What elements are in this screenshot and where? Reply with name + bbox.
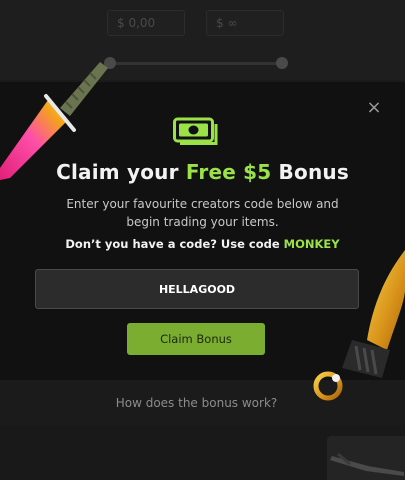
title-suffix: Bonus — [271, 160, 349, 184]
modal-title: Claim your Free $5 Bonus — [0, 160, 405, 184]
price-max-field[interactable]: $ ∞ — [206, 10, 284, 36]
price-min-field[interactable]: $ 0,00 — [107, 10, 185, 36]
modal-description: Enter your favourite creators code below… — [66, 197, 339, 229]
creator-code-input[interactable] — [35, 269, 359, 309]
item-knife-image — [330, 452, 404, 476]
price-range-max-handle[interactable] — [276, 57, 288, 69]
hint-code: MONKEY — [283, 237, 340, 251]
money-icon — [173, 117, 218, 145]
code-hint: Don’t you have a code? Use code MONKEY — [0, 237, 405, 251]
title-highlight: Free $5 — [185, 160, 272, 184]
hint-text: Don’t you have a code? Use code — [65, 237, 284, 251]
price-range-track[interactable] — [108, 62, 284, 65]
bonus-info-link[interactable]: How does the bonus work? — [0, 396, 393, 410]
claim-bonus-button[interactable]: Claim Bonus — [127, 323, 265, 355]
close-icon[interactable]: × — [365, 99, 383, 117]
title-prefix: Claim your — [56, 160, 186, 184]
